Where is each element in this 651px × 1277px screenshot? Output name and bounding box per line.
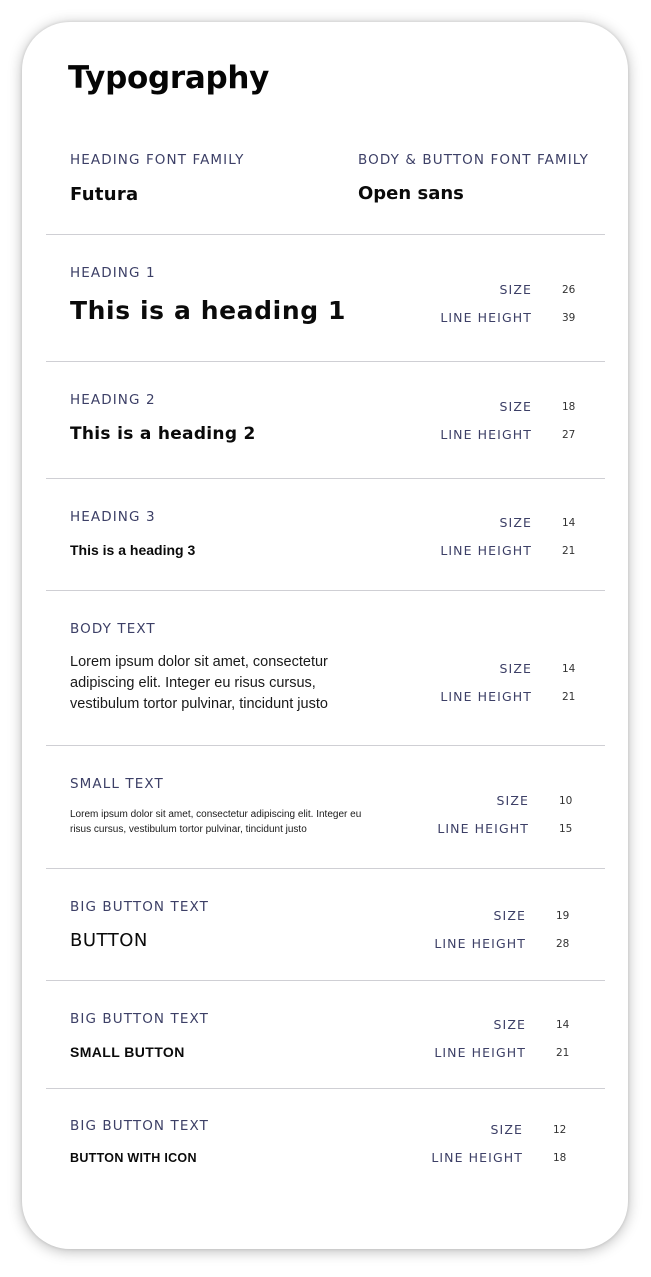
page-title: Typography	[68, 60, 270, 96]
sample-button-with-icon: BUTTON WITH ICON	[70, 1151, 197, 1165]
body-font-family-label: BODY & BUTTON FONT FAMILY	[358, 152, 589, 168]
style-label-heading-2: HEADING 2	[70, 392, 156, 408]
size-value: 14	[556, 1019, 570, 1031]
size-label: SIZE	[499, 282, 532, 297]
line-height-value: 15	[559, 823, 573, 835]
line-height-value: 28	[556, 938, 570, 950]
line-height-label: LINE HEIGHT	[440, 310, 532, 325]
size-value: 14	[562, 517, 576, 529]
divider	[46, 868, 605, 869]
line-height-value: 18	[553, 1152, 567, 1164]
line-height-label: LINE HEIGHT	[440, 543, 532, 558]
size-value: 26	[562, 284, 576, 296]
line-height-value: 21	[562, 691, 576, 703]
size-value: 10	[559, 795, 573, 807]
size-label: SIZE	[493, 1017, 526, 1032]
divider	[46, 234, 605, 235]
size-value: 14	[562, 663, 576, 675]
style-label-big-button-text: BIG BUTTON TEXT	[70, 1118, 209, 1134]
sample-body-text: Lorem ipsum dolor sit amet, consectetur …	[70, 654, 328, 712]
divider	[46, 745, 605, 746]
style-label-small-text: SMALL TEXT	[70, 776, 164, 792]
sample-heading-2: This is a heading 2	[70, 424, 256, 444]
divider	[46, 361, 605, 362]
style-label-big-button-text: BIG BUTTON TEXT	[70, 1011, 209, 1027]
size-label: SIZE	[499, 399, 532, 414]
style-label-big-button-text: BIG BUTTON TEXT	[70, 899, 209, 915]
style-label-heading-3: HEADING 3	[70, 509, 156, 525]
line-height-label: LINE HEIGHT	[440, 689, 532, 704]
style-label-body-text: BODY TEXT	[70, 621, 156, 637]
size-value: 19	[556, 910, 570, 922]
line-height-value: 27	[562, 429, 576, 441]
sample-heading-3: This is a heading 3	[70, 542, 196, 558]
size-label: SIZE	[490, 1122, 523, 1137]
line-height-label: LINE HEIGHT	[434, 1045, 526, 1060]
size-label: SIZE	[493, 908, 526, 923]
typography-card: Typography HEADING FONT FAMILY Futura BO…	[22, 22, 628, 1249]
heading-font-family-value: Futura	[70, 184, 139, 205]
size-value: 12	[553, 1124, 567, 1136]
size-label: SIZE	[496, 793, 529, 808]
line-height-label: LINE HEIGHT	[434, 936, 526, 951]
line-height-label: LINE HEIGHT	[440, 427, 532, 442]
sample-small-button: SMALL BUTTON	[70, 1044, 185, 1060]
divider	[46, 1088, 605, 1089]
line-height-value: 21	[556, 1047, 570, 1059]
sample-small-text: Lorem ipsum dolor sit amet, consectetur …	[70, 809, 362, 835]
size-label: SIZE	[499, 515, 532, 530]
sample-button: BUTTON	[70, 930, 148, 951]
size-label: SIZE	[499, 661, 532, 676]
divider	[46, 478, 605, 479]
line-height-label: LINE HEIGHT	[437, 821, 529, 836]
line-height-value: 39	[562, 312, 576, 324]
sample-heading-1: This is a heading 1	[70, 296, 347, 325]
heading-font-family-label: HEADING FONT FAMILY	[70, 152, 245, 168]
divider	[46, 590, 605, 591]
style-label-heading-1: HEADING 1	[70, 265, 156, 281]
line-height-label: LINE HEIGHT	[431, 1150, 523, 1165]
line-height-value: 21	[562, 545, 576, 557]
size-value: 18	[562, 401, 576, 413]
divider	[46, 980, 605, 981]
body-font-family-value: Open sans	[358, 183, 464, 204]
